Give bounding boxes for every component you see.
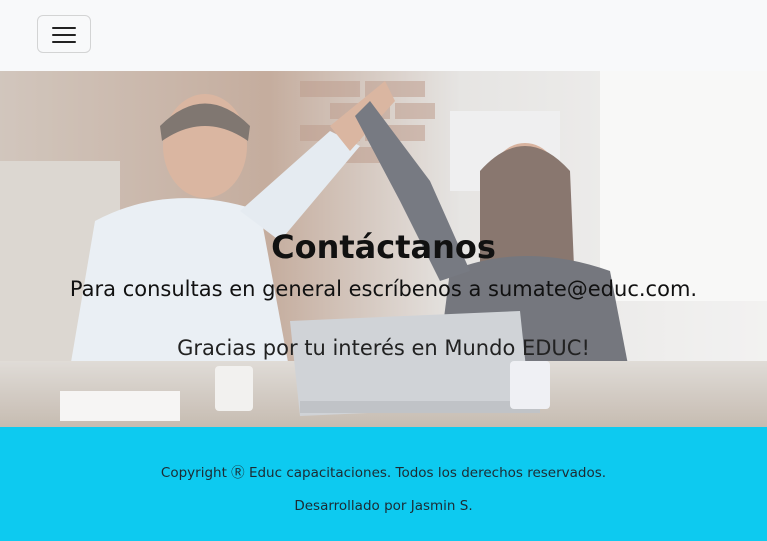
navbar-toggle-button[interactable] bbox=[37, 15, 91, 53]
page-title: Contáctanos bbox=[271, 228, 496, 266]
contact-text: Para consultas en general escríbenos a s… bbox=[69, 277, 698, 301]
thanks-text: Gracias por tu interés en Mundo EDUC! bbox=[177, 336, 590, 360]
developer-credit: Desarrollado por Jasmin S. bbox=[294, 498, 473, 514]
footer: Copyright Ⓡ Educ capacitaciones. Todos l… bbox=[0, 427, 767, 541]
navbar bbox=[0, 0, 767, 71]
copyright-text: Copyright Ⓡ Educ capacitaciones. Todos l… bbox=[160, 465, 607, 481]
contact-hero: Contáctanos Para consultas en general es… bbox=[0, 71, 767, 427]
